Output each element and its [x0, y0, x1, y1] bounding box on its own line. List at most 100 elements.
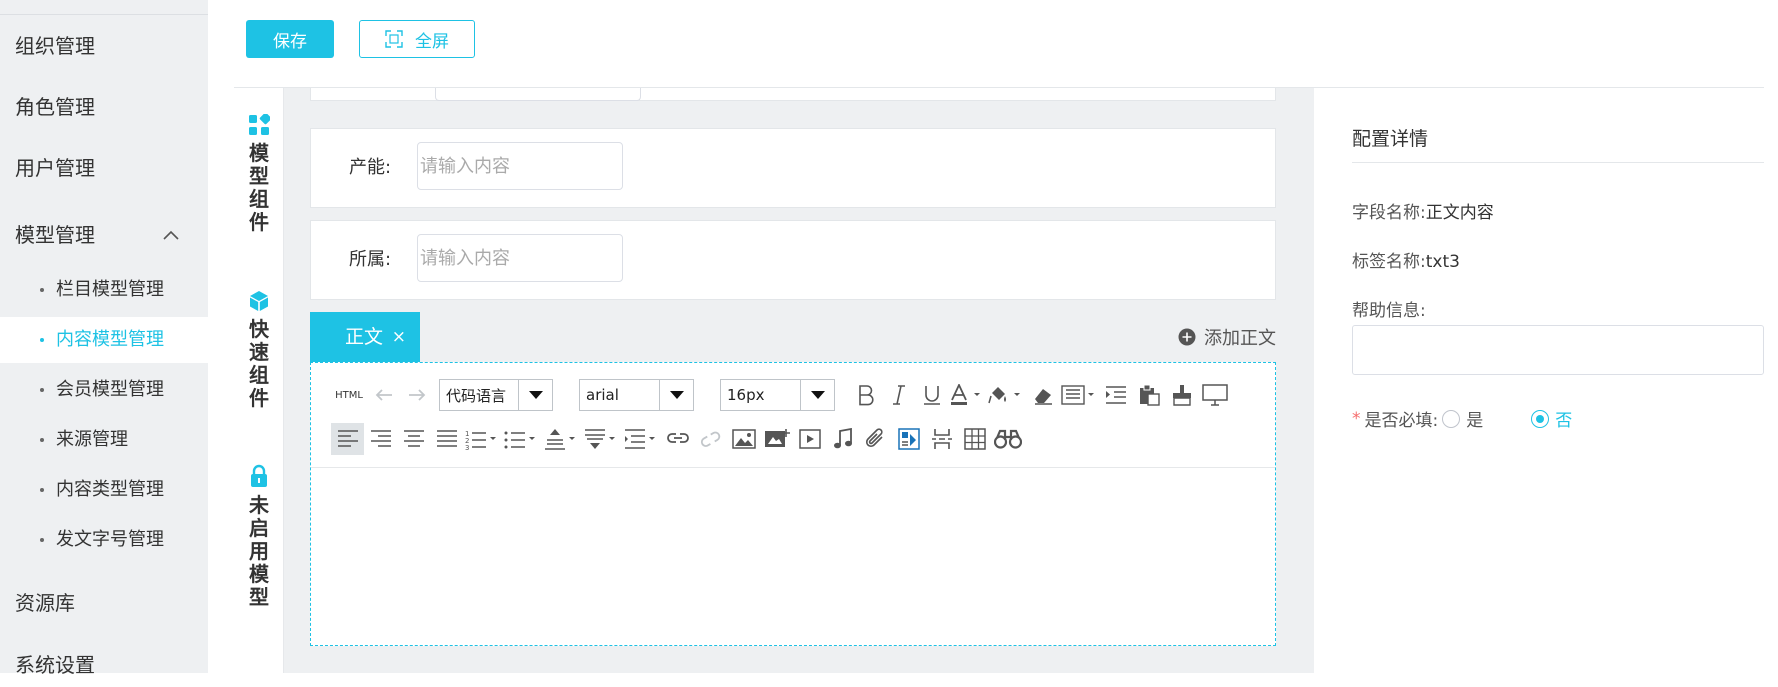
paragraph-format-button[interactable] [1059, 379, 1099, 411]
sidebar-subitem-label: 来源管理 [56, 429, 128, 450]
table-icon [963, 428, 986, 450]
belong-input[interactable] [417, 234, 623, 282]
sidebar-item-user[interactable]: 用户管理 [0, 146, 208, 190]
underline-button[interactable] [915, 379, 948, 411]
align-right-icon [370, 430, 391, 447]
save-button[interactable]: 保存 [246, 20, 334, 58]
rich-text-editor: HTML 代码语言 arial 16px 1 2 3 [310, 362, 1276, 646]
capacity-input[interactable] [417, 142, 623, 190]
sidebar-subitem-member-model[interactable]: 会员模型管理 [0, 367, 208, 413]
caret-down-icon [800, 380, 834, 410]
field-name-value: 正文内容 [1425, 203, 1494, 223]
close-icon[interactable]: × [392, 312, 406, 362]
paragraph-icon [1061, 385, 1094, 405]
form-card-partial [310, 88, 1276, 101]
bold-button[interactable] [849, 379, 882, 411]
font-family-select[interactable]: arial [579, 379, 694, 411]
preview-button[interactable] [1198, 379, 1231, 411]
align-justify-button[interactable] [430, 423, 463, 455]
page-break-button[interactable] [925, 423, 958, 455]
chevron-up-icon[interactable] [162, 213, 180, 274]
attachment-button[interactable] [859, 423, 892, 455]
code-language-select[interactable]: 代码语言 [439, 379, 553, 411]
sidebar-item-label: 系统设置 [15, 653, 95, 677]
tab-quick-components[interactable]: 快速组件 [234, 290, 284, 410]
field-name-row: 字段名称:正文内容 [1352, 198, 1494, 223]
align-center-icon [403, 430, 424, 447]
editor-body[interactable] [311, 468, 1275, 645]
indent-icon [1105, 386, 1126, 404]
sidebar-divider [0, 14, 208, 15]
unordered-list-button[interactable] [501, 423, 541, 455]
link-icon [666, 433, 689, 443]
cube-icon [250, 291, 268, 311]
paint-bucket-icon [988, 387, 1020, 404]
tab-disabled-models[interactable]: 未启用模型 [234, 464, 284, 609]
help-info-label: 帮助信息: [1352, 301, 1426, 321]
format-painter-button[interactable] [1165, 379, 1198, 411]
font-size-select[interactable]: 16px [720, 379, 835, 411]
sidebar-item-resource[interactable]: 资源库 [0, 581, 208, 625]
sidebar-subitem-column-model[interactable]: 栏目模型管理 [0, 267, 208, 313]
music-button[interactable] [826, 423, 859, 455]
sidebar-item-org[interactable]: 组织管理 [0, 24, 208, 68]
align-right-button[interactable] [364, 423, 397, 455]
indent-button[interactable] [1099, 379, 1132, 411]
required-no-radio[interactable]: 否 [1531, 406, 1572, 431]
video-button[interactable] [793, 423, 826, 455]
sidebar-subitem-content-type[interactable]: 内容类型管理 [0, 467, 208, 513]
sidebar-item-role[interactable]: 角色管理 [0, 85, 208, 129]
required-yes-label: 是 [1466, 411, 1484, 431]
plus-circle-icon [1178, 328, 1196, 346]
sidebar-item-settings[interactable]: 系统设置 [0, 643, 208, 687]
eraser-button[interactable] [1026, 379, 1059, 411]
background-color-button[interactable] [986, 379, 1026, 411]
sidebar-subitem-doc-number[interactable]: 发文字号管理 [0, 517, 208, 563]
partial-input[interactable] [435, 88, 641, 101]
add-body-button[interactable]: 添加正文 [1178, 324, 1276, 350]
find-replace-button[interactable] [991, 423, 1024, 455]
form-card-capacity: 产能: [310, 128, 1276, 208]
sidebar-subitem-label: 发文字号管理 [56, 529, 164, 550]
redo-button[interactable] [400, 379, 433, 411]
font-color-button[interactable] [948, 379, 986, 411]
font-color-icon [951, 384, 980, 405]
fullscreen-label: 全屏 [415, 31, 449, 52]
help-info-input[interactable] [1352, 325, 1764, 375]
sidebar-subitem-source[interactable]: 来源管理 [0, 417, 208, 463]
paste-button[interactable] [1132, 379, 1165, 411]
bullet-icon [40, 438, 44, 442]
fullscreen-button[interactable]: 全屏 [359, 20, 475, 58]
required-yes-radio[interactable]: 是 [1442, 406, 1483, 431]
unlink-button[interactable] [694, 423, 727, 455]
paragraph-spacing-icon [585, 429, 615, 449]
monitor-icon [1201, 384, 1228, 406]
bullet-icon [40, 488, 44, 492]
line-height-button[interactable] [541, 423, 581, 455]
sidebar-subitem-content-model[interactable]: 内容模型管理 [0, 317, 208, 363]
bullet-icon [40, 538, 44, 542]
image-button[interactable] [727, 423, 760, 455]
unordered-list-icon [504, 431, 535, 449]
html-source-button[interactable]: HTML [331, 379, 367, 411]
image-icon [731, 429, 756, 449]
tab-body[interactable]: 正文 × [310, 312, 420, 362]
template-button[interactable] [892, 423, 925, 455]
ordered-list-button[interactable]: 123 [463, 423, 501, 455]
underline-icon [923, 386, 940, 405]
align-left-button[interactable] [331, 423, 364, 455]
font-family-value: arial [586, 386, 619, 404]
form-content-area: 产能: 所属: 正文 × 添加正文 HTML 代码语言 [284, 88, 1314, 673]
italic-button[interactable] [882, 379, 915, 411]
link-button[interactable] [661, 423, 694, 455]
paragraph-spacing-button[interactable] [581, 423, 621, 455]
tab-model-components[interactable]: 模型组件 [234, 114, 284, 234]
multi-image-button[interactable] [760, 423, 793, 455]
table-button[interactable] [958, 423, 991, 455]
undo-button[interactable] [367, 379, 400, 411]
list-indent-button[interactable] [621, 423, 661, 455]
align-center-button[interactable] [397, 423, 430, 455]
tag-name-label: 标签名称: [1352, 252, 1426, 272]
add-body-label: 添加正文 [1204, 328, 1276, 349]
sidebar-item-model[interactable]: 模型管理 [0, 213, 208, 257]
